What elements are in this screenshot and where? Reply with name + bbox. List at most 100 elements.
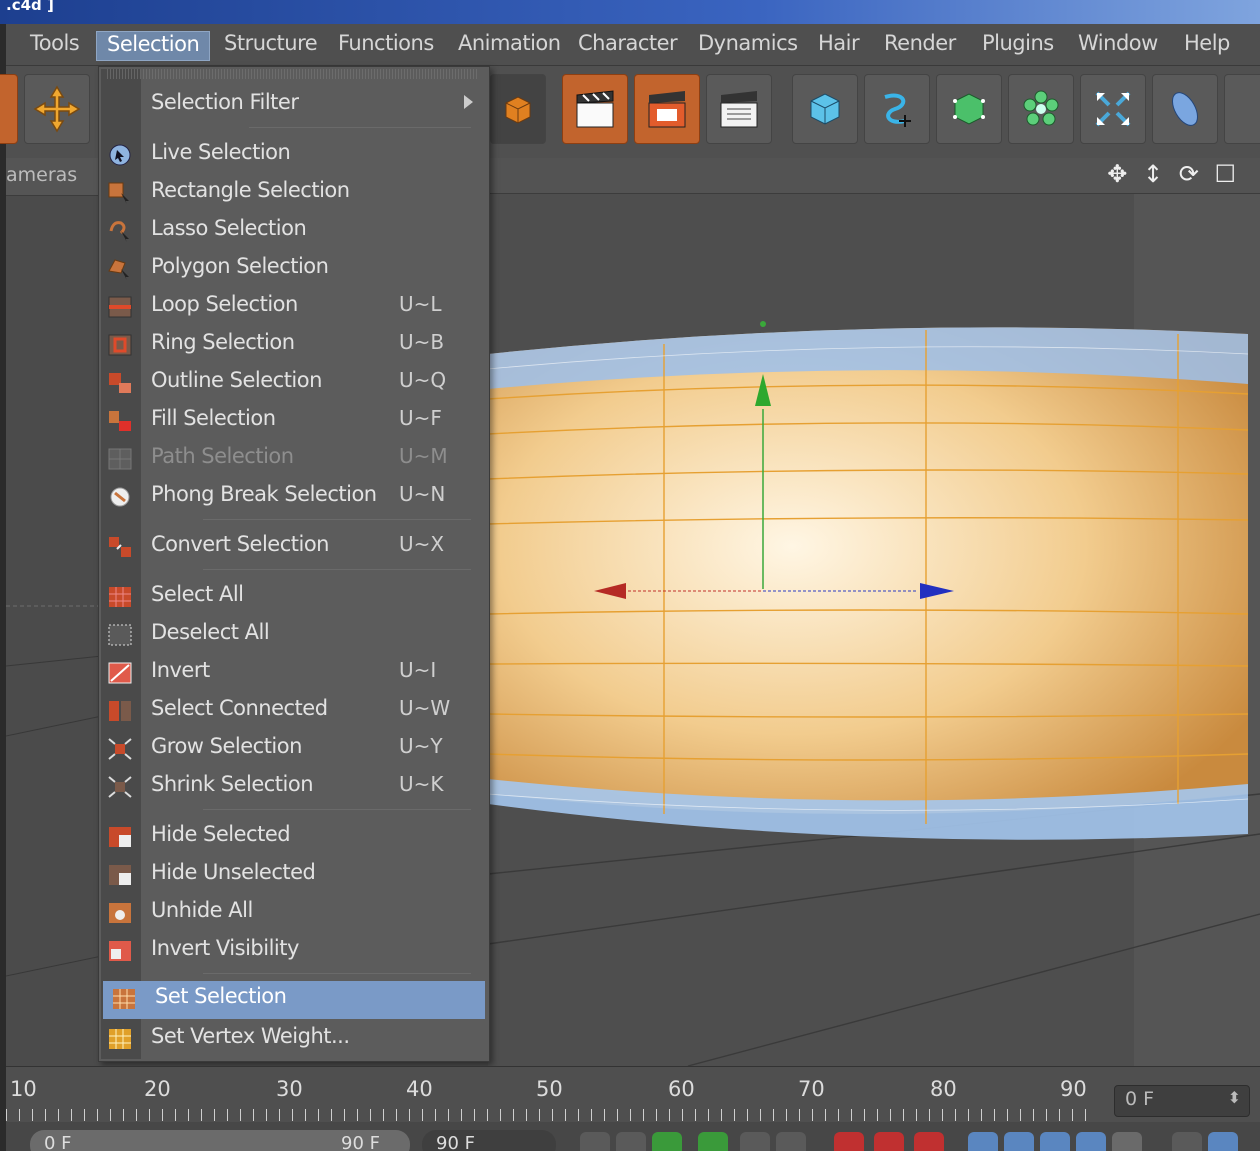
menu-character[interactable]: Character: [568, 31, 687, 61]
menu-item-select-connected[interactable]: Select Connected U~W: [99, 693, 489, 729]
tear-off-grip[interactable]: [107, 69, 479, 79]
frame-range-slider[interactable]: 0 F 90 F: [30, 1130, 410, 1151]
object-tool-button[interactable]: [490, 74, 546, 144]
menu-help[interactable]: Help: [1174, 31, 1240, 61]
menu-item-set-selection[interactable]: Set Selection: [103, 981, 485, 1019]
menu-item-ring-selection[interactable]: Ring Selection U~B: [99, 327, 489, 363]
play-backward-button[interactable]: [652, 1132, 682, 1151]
menu-render[interactable]: Render: [874, 31, 966, 61]
render-settings-button[interactable]: [706, 74, 772, 144]
timeline-ruler[interactable]: 10 20 30 40 50 60 70 80 90 0 F ⬍: [6, 1066, 1260, 1122]
menu-separator: [203, 973, 471, 974]
invert-visibility-icon: [107, 939, 133, 963]
spline-pen-icon: [884, 93, 911, 127]
menu-item-selection-filter[interactable]: Selection Filter: [99, 87, 489, 123]
menu-item-polygon-selection[interactable]: Polygon Selection: [99, 251, 489, 287]
menu-item-label: Set Selection: [155, 984, 287, 1008]
interpolation-button[interactable]: [1172, 1132, 1202, 1151]
record-button[interactable]: [834, 1132, 864, 1151]
nurbs-button[interactable]: [936, 74, 1002, 144]
lasso-selection-icon: [107, 219, 133, 243]
menu-item-label: Hide Selected: [151, 822, 291, 846]
menu-item-loop-selection[interactable]: Loop Selection U~L: [99, 289, 489, 325]
stepper-arrows-icon[interactable]: ⬍: [1228, 1088, 1241, 1107]
menu-item-invert-visibility[interactable]: Invert Visibility: [99, 933, 489, 969]
menu-structure[interactable]: Structure: [214, 31, 327, 61]
scene-button[interactable]: [1152, 74, 1218, 144]
record-pla-button[interactable]: [1112, 1132, 1142, 1151]
menu-item-shrink-selection[interactable]: Shrink Selection U~K: [99, 769, 489, 805]
menu-animation[interactable]: Animation: [448, 31, 571, 61]
shortcut-label: U~W: [399, 696, 451, 720]
menu-item-convert-selection[interactable]: Convert Selection U~X: [99, 529, 489, 565]
autokey-button[interactable]: [874, 1132, 904, 1151]
menu-item-outline-selection[interactable]: Outline Selection U~Q: [99, 365, 489, 401]
rotate-tool-button[interactable]: [0, 74, 18, 144]
menu-plugins[interactable]: Plugins: [972, 31, 1064, 61]
set-selection-icon: [111, 987, 137, 1011]
menu-item-label: Deselect All: [151, 620, 270, 644]
select-all-icon: [107, 585, 133, 609]
selection-dropdown-menu: Selection Filter Live Selection Rectangl…: [98, 66, 490, 1062]
scheme-button[interactable]: [1208, 1132, 1238, 1151]
record-position-button[interactable]: [968, 1132, 998, 1151]
camera-button[interactable]: [1224, 74, 1260, 144]
menu-item-lasso-selection[interactable]: Lasso Selection: [99, 213, 489, 249]
menu-item-path-selection[interactable]: Path Selection U~M: [99, 441, 489, 477]
menu-item-label: Select Connected: [151, 696, 328, 720]
menu-item-select-all[interactable]: Select All: [99, 579, 489, 615]
timeline-tick: 40: [406, 1077, 433, 1101]
expand-arrows-icon: [1095, 91, 1131, 127]
menu-item-live-selection[interactable]: Live Selection: [99, 137, 489, 173]
record-rotation-button[interactable]: [1040, 1132, 1070, 1151]
left-viewport-grid: [5, 605, 103, 977]
floor-disc-icon: [1172, 92, 1198, 126]
shortcut-label: U~B: [399, 330, 445, 354]
menu-item-hide-unselected[interactable]: Hide Unselected: [99, 857, 489, 893]
menu-item-label: Live Selection: [151, 140, 291, 164]
record-scale-button[interactable]: [1004, 1132, 1034, 1151]
render-picture-viewer-button[interactable]: [634, 74, 700, 144]
menu-item-grow-selection[interactable]: Grow Selection U~Y: [99, 731, 489, 767]
record-parameter-button[interactable]: [1076, 1132, 1106, 1151]
menu-functions[interactable]: Functions: [328, 31, 444, 61]
select-connected-icon: [107, 699, 133, 723]
play-forward-button[interactable]: [698, 1132, 728, 1151]
move-tool-button[interactable]: [24, 74, 90, 144]
goto-end-button[interactable]: [776, 1132, 806, 1151]
clapper-icon: [576, 90, 614, 128]
step-back-button[interactable]: [616, 1132, 646, 1151]
menu-item-hide-selected[interactable]: Hide Selected: [99, 819, 489, 855]
perspective-viewport[interactable]: [488, 194, 1260, 1066]
menu-selection[interactable]: Selection: [96, 31, 211, 61]
menu-item-deselect-all[interactable]: Deselect All: [99, 617, 489, 653]
range-end: 90 F: [341, 1133, 380, 1151]
step-forward-button[interactable]: [740, 1132, 770, 1151]
menu-hair[interactable]: Hair: [808, 31, 869, 61]
timeline-tick: 70: [798, 1077, 825, 1101]
submenu-arrow-icon: [464, 95, 473, 109]
cube-primitive-button[interactable]: [792, 74, 858, 144]
menu-dynamics[interactable]: Dynamics: [688, 31, 808, 61]
goto-start-button[interactable]: [580, 1132, 610, 1151]
object-manager-tab[interactable]: ameras: [6, 158, 98, 196]
left-panel: [5, 196, 103, 1066]
array-button[interactable]: [1008, 74, 1074, 144]
menu-item-label: Rectangle Selection: [151, 178, 350, 202]
spline-tool-button[interactable]: [864, 74, 930, 144]
deformer-button[interactable]: [1080, 74, 1146, 144]
menu-item-rectangle-selection[interactable]: Rectangle Selection: [99, 175, 489, 211]
render-view-button[interactable]: [562, 74, 628, 144]
menu-item-phong-break-selection[interactable]: Phong Break Selection U~N: [99, 479, 489, 515]
timeline-tick: 10: [10, 1077, 37, 1101]
menu-tools[interactable]: Tools: [20, 31, 89, 61]
viewport-navigation-icons[interactable]: ✥ ↕ ⟳ ☐: [1107, 160, 1240, 188]
menu-window[interactable]: Window: [1068, 31, 1168, 61]
menu-item-set-vertex-weight[interactable]: Set Vertex Weight...: [99, 1021, 489, 1057]
max-frame-field[interactable]: 90 F: [422, 1130, 556, 1151]
current-frame-field[interactable]: 0 F ⬍: [1114, 1085, 1250, 1117]
menu-item-invert[interactable]: Invert U~I: [99, 655, 489, 691]
menu-item-unhide-all[interactable]: Unhide All: [99, 895, 489, 931]
menu-item-fill-selection[interactable]: Fill Selection U~F: [99, 403, 489, 439]
keyframe-selection-button[interactable]: [914, 1132, 944, 1151]
